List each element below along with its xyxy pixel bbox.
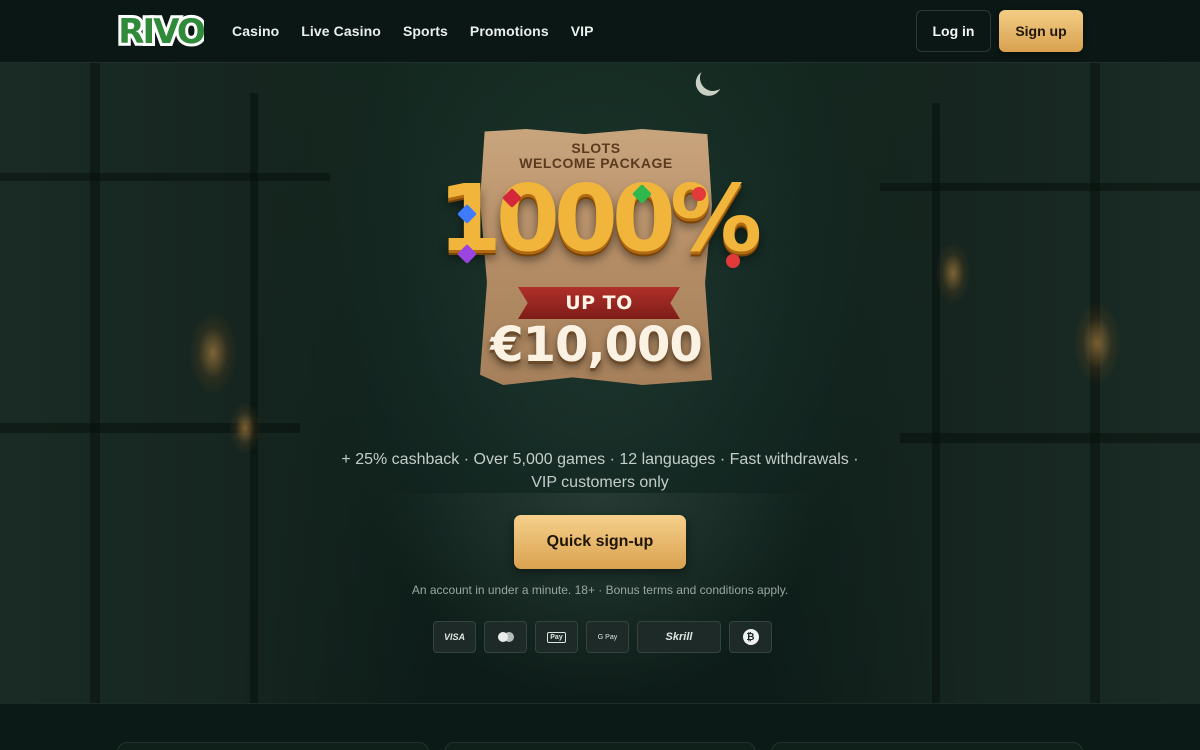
bonus-percent: 1000% [437,165,762,272]
hero-section: SLOTS WELCOME PACKAGE 1000% UP TO €10,00… [0,63,1200,703]
bonus-amount: €10,000 [490,317,703,373]
feature-card[interactable] [117,742,429,750]
skrill-icon: Skrill [637,621,721,653]
feature-card[interactable] [771,742,1083,750]
feature-card[interactable] [444,742,756,750]
visa-icon: VISA [433,621,476,653]
nav-item-vip[interactable]: VIP [571,23,594,39]
welcome-package-banner[interactable]: SLOTS WELCOME PACKAGE 1000% UP TO €10,00… [430,129,762,389]
nav-item-live-casino[interactable]: Live Casino [301,23,381,39]
mastercard-icon [484,621,527,653]
hero-tagline: + 25% cashback · Over 5,000 games · 12 l… [341,451,859,491]
nav-item-casino[interactable]: Casino [232,23,279,39]
main-nav: Casino Live Casino Sports Promotions VIP [232,0,594,62]
nav-item-promotions[interactable]: Promotions [470,23,549,39]
rivo-logo[interactable]: RIVO [118,9,204,53]
nav-item-sports[interactable]: Sports [403,23,448,39]
background-houses-right [770,63,1200,703]
logo-wordmark: RIVO [118,12,204,52]
quick-signup-button[interactable]: Quick sign-up [514,515,686,569]
payment-methods: VISA Pay G Pay Skrill ₿ [433,621,772,653]
signup-button[interactable]: Sign up [999,10,1083,52]
top-navigation-bar: RIVO Casino Live Casino Sports Promotion… [0,0,1200,63]
up-to-ribbon: UP TO [518,287,680,319]
login-button[interactable]: Log in [916,10,991,52]
background-houses-left [0,63,430,703]
apple-pay-icon: Pay [535,621,578,653]
google-pay-icon: G Pay [586,621,629,653]
signup-disclaimer: An account in under a minute. 18+ · Bonu… [411,583,789,597]
moon-icon [698,63,728,93]
features-section [0,703,1200,750]
bitcoin-icon: ₿ [729,621,772,653]
